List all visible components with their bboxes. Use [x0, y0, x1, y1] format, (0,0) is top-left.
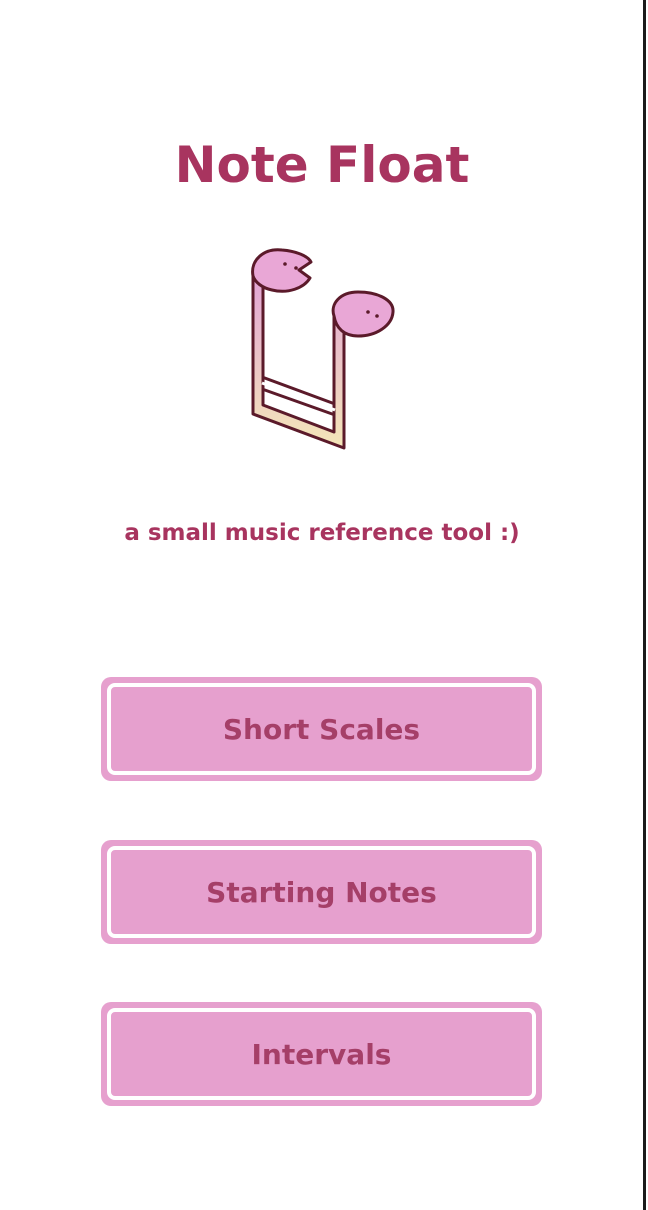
starting-notes-button[interactable]: Starting Notes: [101, 840, 542, 944]
home-screen: Note Float a small music reference tool …: [0, 0, 648, 1210]
intervals-button[interactable]: Intervals: [101, 1002, 542, 1106]
short-scales-button[interactable]: Short Scales: [101, 677, 542, 781]
app-title: Note Float: [174, 136, 470, 194]
intervals-label: Intervals: [251, 1037, 392, 1071]
short-scales-label: Short Scales: [222, 712, 421, 746]
starting-notes-button-frame: Starting Notes: [107, 846, 536, 938]
beamed-eighth-notes-with-faces-icon: [251, 248, 395, 450]
app-tagline: a small music reference tool :): [124, 520, 520, 546]
intervals-button-frame: Intervals: [107, 1008, 536, 1100]
short-scales-button-frame: Short Scales: [107, 683, 536, 775]
starting-notes-label: Starting Notes: [206, 875, 437, 909]
